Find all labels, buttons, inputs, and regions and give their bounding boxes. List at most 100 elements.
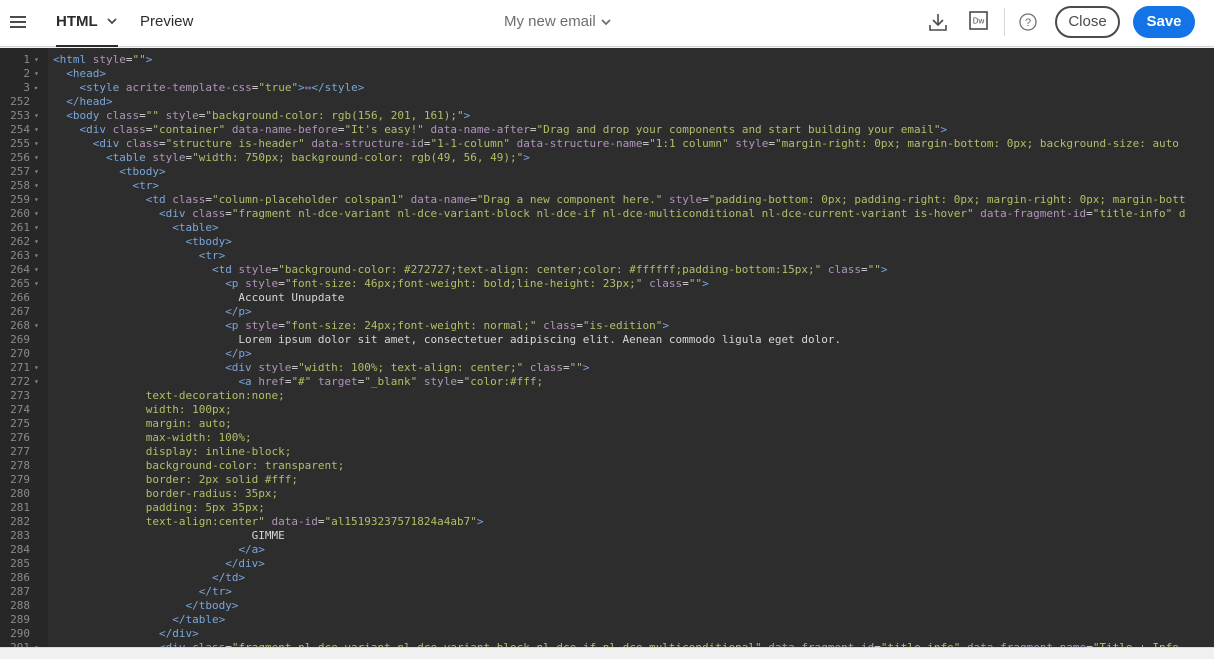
line-number: 288 (10, 599, 30, 612)
code-text: </div> (225, 557, 265, 570)
fold-collapse-icon[interactable]: ▾ (34, 53, 39, 67)
fold-collapse-icon[interactable]: ▾ (34, 207, 39, 221)
code-text: <div class="fragment nl-dce-variant nl-d… (158, 207, 1186, 220)
line-number: 271 (10, 361, 30, 374)
fold-collapse-icon[interactable]: ▾ (34, 151, 39, 165)
fold-collapse-icon[interactable]: ▾ (34, 165, 39, 179)
line-number: 289 (10, 613, 30, 626)
fold-collapse-icon[interactable]: ▾ (34, 221, 39, 235)
code-text: <td class="column-placeholder colspan1" … (145, 193, 1186, 206)
menu-icon[interactable] (10, 14, 26, 30)
code-text: padding: 5px 35px; (53, 501, 265, 514)
code-text: <div class="structure is-header" data-st… (92, 137, 1179, 150)
line-number: 272 (10, 375, 30, 388)
line-number: 282 (10, 515, 30, 528)
fold-collapse-icon[interactable]: ▾ (34, 137, 39, 151)
line-number: 267 (10, 305, 30, 318)
line-number: 268 (10, 319, 30, 332)
code-text: <div style="width: 100%; text-align: cen… (225, 361, 590, 374)
help-label: ? (1025, 17, 1031, 29)
code-text: <table style="width: 750px; background-c… (105, 151, 530, 164)
dreamweaver-label: Dw (973, 17, 985, 26)
code-text: <tbody> (185, 235, 232, 248)
code-text: <div class="container" data-name-before=… (79, 123, 948, 136)
line-number: 279 (10, 473, 30, 486)
fold-collapse-icon[interactable]: ▾ (34, 109, 39, 123)
code-text: <p style="font-size: 24px;font-weight: n… (225, 319, 669, 332)
code-text: <tr> (132, 179, 159, 192)
line-number: 266 (10, 291, 30, 304)
line-number: 255 (10, 137, 30, 150)
line-number: 275 (10, 417, 30, 430)
line-number: 287 (10, 585, 30, 598)
code-text: <head> (66, 67, 106, 80)
code-text: max-width: 100%; (53, 431, 252, 444)
line-number: 281 (10, 501, 30, 514)
fold-collapse-icon[interactable]: ▾ (34, 249, 39, 263)
tab-preview[interactable]: Preview (140, 0, 193, 47)
line-number: 277 (10, 445, 30, 458)
line-number: 1 (23, 53, 30, 66)
close-button[interactable]: Close (1055, 6, 1120, 38)
save-button[interactable]: Save (1133, 6, 1195, 38)
line-number: 278 (10, 459, 30, 472)
line-number: 265 (10, 277, 30, 290)
code-text: </p> (225, 347, 252, 360)
code-text: border: 2px solid #fff; (53, 473, 299, 486)
code-text: <tbody> (119, 165, 166, 178)
code-text: margin: auto; (53, 417, 232, 430)
fold-collapse-icon[interactable]: ▾ (34, 235, 39, 249)
code-text: <td style="background-color: #272727;tex… (211, 263, 888, 276)
chevron-down-icon[interactable] (600, 15, 612, 29)
line-number: 276 (10, 431, 30, 444)
line-number: 270 (10, 347, 30, 360)
line-number: 273 (10, 389, 30, 402)
code-text: <html style=""> (53, 53, 153, 66)
line-number: 286 (10, 571, 30, 584)
fold-expand-icon[interactable]: ▸ (34, 81, 39, 95)
line-number: 261 (10, 221, 30, 234)
fold-collapse-icon[interactable]: ▾ (34, 319, 39, 333)
active-tab-underline (56, 45, 118, 47)
code-text: Account Unupdate (53, 291, 345, 304)
line-number: 280 (10, 487, 30, 500)
code-editor[interactable]: 1 ▾ <html style=""> 2 ▾ <head> 3 ▸ <style acri… (0, 48, 1214, 647)
code-text: width: 100px; (53, 403, 232, 416)
line-number: 253 (10, 109, 30, 122)
line-number: 3 (23, 81, 30, 94)
line-number: 263 (10, 249, 30, 262)
email-title-dropdown[interactable]: My new email (504, 0, 596, 44)
toolbar-divider (1004, 8, 1005, 36)
horizontal-scrollbar[interactable] (0, 647, 1214, 659)
code-text: display: inline-block; (53, 445, 292, 458)
code-text: </head> (66, 95, 113, 108)
fold-collapse-icon[interactable]: ▾ (34, 193, 39, 207)
line-number: 264 (10, 263, 30, 276)
line-number: 269 (10, 333, 30, 346)
download-icon[interactable] (929, 12, 947, 32)
code-text: <table> (172, 221, 219, 234)
fold-collapse-icon[interactable]: ▾ (34, 67, 39, 81)
code-text: Lorem ipsum dolor sit amet, consectetuer… (53, 333, 842, 346)
fold-collapse-icon[interactable]: ▾ (34, 277, 39, 291)
fold-collapse-icon[interactable]: ▾ (34, 123, 39, 137)
code-text: <a href="#" target="_blank" style="color… (238, 375, 544, 388)
line-number: 290 (10, 627, 30, 640)
fold-collapse-icon[interactable]: ▾ (34, 179, 39, 193)
help-icon[interactable]: ? (1019, 13, 1037, 31)
tab-html-label: HTML (56, 13, 98, 30)
fold-collapse-icon[interactable]: ▾ (34, 263, 39, 277)
code-text: </tbody> (185, 599, 239, 612)
fold-collapse-icon[interactable]: ▾ (34, 375, 39, 389)
code-text: border-radius: 35px; (53, 487, 279, 500)
chevron-down-icon[interactable] (106, 14, 118, 28)
code-text: </a> (238, 543, 265, 556)
code-text: background-color: transparent; (53, 459, 345, 472)
code-text: text-decoration:none; (53, 389, 285, 402)
fold-collapse-icon[interactable]: ▾ (34, 361, 39, 375)
code-text: text-align:center" data-id="al1519323757… (53, 515, 484, 528)
code-text: </div> (158, 627, 199, 640)
code-text: </table> (172, 613, 226, 626)
line-number: 285 (10, 557, 30, 570)
dreamweaver-icon[interactable]: Dw (969, 11, 988, 30)
